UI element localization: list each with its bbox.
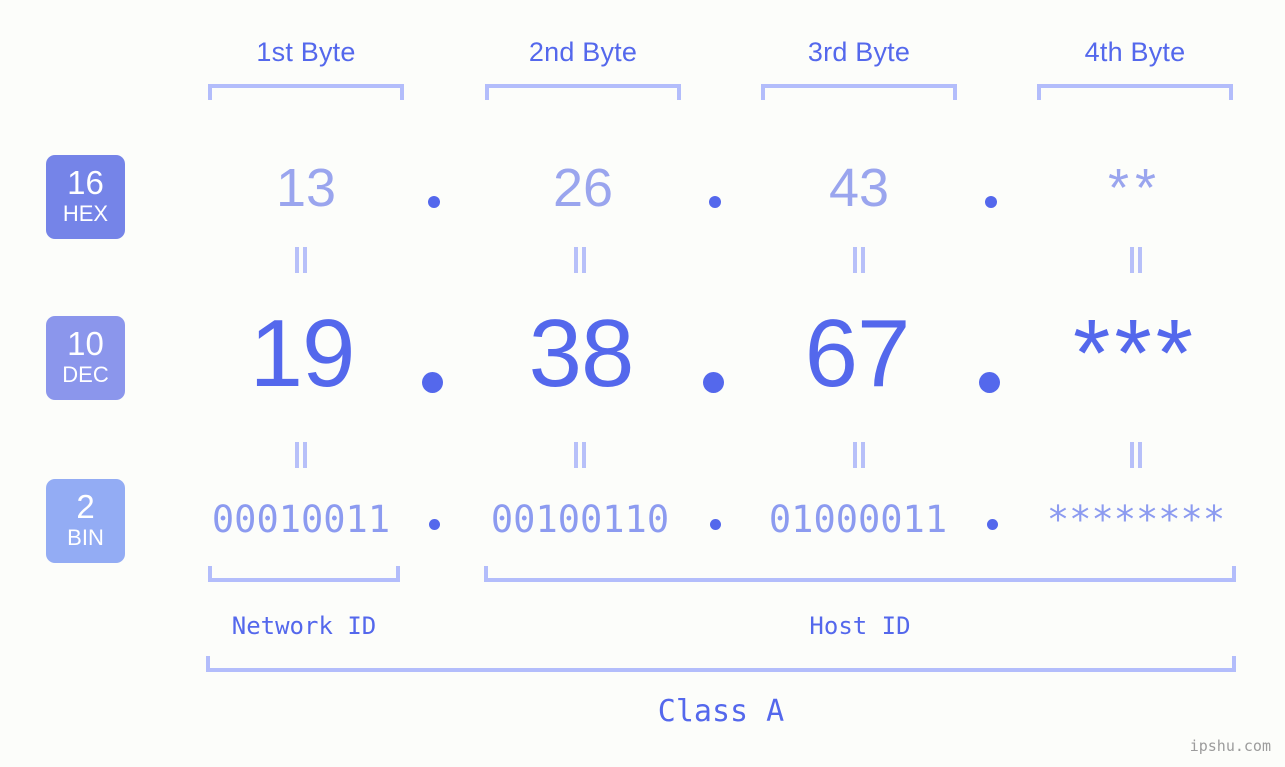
host-id-bracket [484, 566, 1236, 582]
base-badge-dec-number: 10 [67, 325, 104, 362]
base-badge-bin: 2 BIN [46, 479, 125, 563]
byte-bracket-3 [761, 84, 957, 100]
ip-address-breakdown-diagram: 1st Byte 2nd Byte 3rd Byte 4th Byte 16 H… [0, 0, 1285, 767]
bin-separator-dot-2 [710, 519, 721, 530]
equals-mark-dec-bin-2 [572, 442, 588, 468]
base-badge-dec: 10 DEC [46, 316, 125, 400]
base-badge-hex-unit: HEX [62, 201, 109, 226]
bin-octet-1: 00010011 [211, 498, 391, 541]
equals-mark-hex-dec-2 [572, 247, 588, 273]
base-badge-bin-unit: BIN [67, 525, 104, 550]
network-id-label: Network ID [231, 612, 377, 640]
network-id-bracket [208, 566, 400, 582]
byte-bracket-2 [485, 84, 681, 100]
dec-separator-dot-2 [703, 372, 724, 393]
dec-octet-4: *** [1072, 300, 1198, 407]
dec-separator-dot-3 [979, 372, 1000, 393]
byte-header-label-3: 3rd Byte [807, 37, 911, 67]
bin-octet-3: 01000011 [768, 498, 948, 541]
hex-octet-3: 43 [828, 158, 890, 218]
dec-octet-2: 38 [528, 300, 635, 407]
host-id-label: Host ID [809, 612, 911, 640]
dec-octet-3: 67 [804, 300, 911, 407]
byte-header-label-1: 1st Byte [256, 37, 356, 67]
equals-mark-hex-dec-3 [851, 247, 867, 273]
hex-octet-4: ** [1107, 158, 1163, 218]
equals-mark-hex-dec-4 [1128, 247, 1144, 273]
hex-octet-1: 13 [275, 158, 337, 218]
byte-header-label-2: 2nd Byte [528, 37, 638, 67]
bin-octet-2: 00100110 [490, 498, 670, 541]
equals-mark-hex-dec-1 [293, 247, 309, 273]
equals-mark-dec-bin-1 [293, 442, 309, 468]
hex-separator-dot-1 [428, 196, 440, 208]
hex-octet-2: 26 [552, 158, 614, 218]
base-badge-dec-unit: DEC [62, 362, 109, 387]
base-badge-hex-number: 16 [67, 164, 104, 201]
byte-bracket-4 [1037, 84, 1233, 100]
bin-separator-dot-3 [987, 519, 998, 530]
byte-header-label-4: 4th Byte [1084, 37, 1186, 67]
equals-mark-dec-bin-3 [851, 442, 867, 468]
class-label: Class A [657, 694, 785, 729]
equals-mark-dec-bin-4 [1128, 442, 1144, 468]
byte-bracket-1 [208, 84, 404, 100]
hex-separator-dot-2 [709, 196, 721, 208]
dec-octet-1: 19 [249, 300, 356, 407]
class-bracket [206, 656, 1236, 672]
bin-separator-dot-1 [429, 519, 440, 530]
dec-separator-dot-1 [422, 372, 443, 393]
base-badge-bin-number: 2 [76, 488, 95, 525]
bin-octet-4: ******** [1046, 498, 1226, 541]
base-badge-hex: 16 HEX [46, 155, 125, 239]
watermark: ipshu.com [1189, 737, 1271, 755]
hex-separator-dot-3 [985, 196, 997, 208]
